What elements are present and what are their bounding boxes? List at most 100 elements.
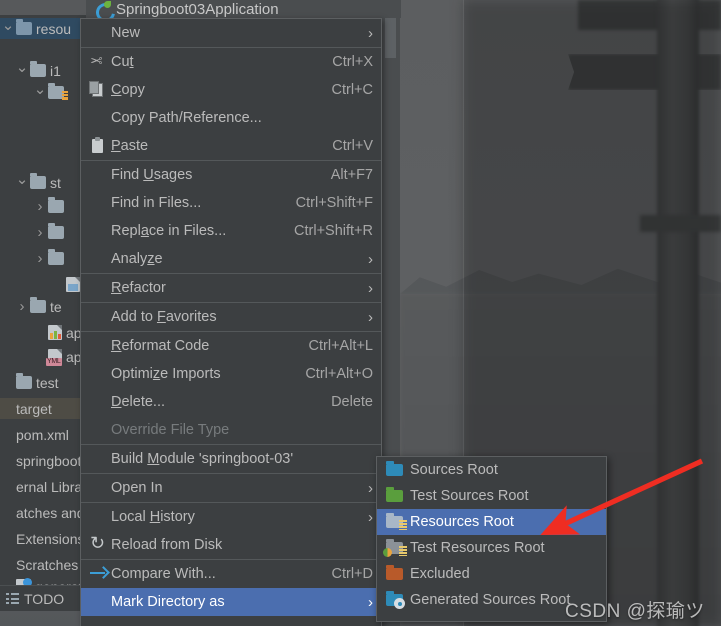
editor-tab-title[interactable]: Springboot03Application	[116, 1, 279, 18]
chevron-down-icon[interactable]	[32, 85, 48, 100]
chevron-down-icon[interactable]	[14, 175, 30, 190]
tree-row-label: Scratches	[16, 556, 79, 573]
properties-file-icon	[48, 325, 62, 340]
menu-item-shortcut: Ctrl+X	[332, 54, 373, 70]
menu-item-label: Override File Type	[111, 422, 230, 438]
tree-row[interactable]: te	[0, 296, 86, 317]
menu-item-cut[interactable]: Cut Ctrl+X	[81, 48, 381, 76]
menu-item-refactor[interactable]: Refactor ›	[81, 274, 381, 302]
menu-item-icon-slot	[87, 593, 109, 611]
todo-tool-button[interactable]: TODO	[0, 585, 86, 611]
yml-file-icon	[46, 349, 62, 366]
tree-row-label: ernal Librar	[16, 478, 86, 495]
menu-item-label: Reload from Disk	[111, 537, 223, 553]
menu-item-label: Open In	[111, 480, 163, 496]
menu-item-label: Replace in Files...	[111, 223, 227, 239]
menu-item-label: Refactor	[111, 280, 166, 296]
tree-row[interactable]	[0, 196, 86, 217]
chevron-right-icon[interactable]	[32, 251, 48, 266]
folder-icon	[16, 373, 32, 389]
tree-row[interactable]	[0, 222, 86, 243]
tree-row[interactable]: atches and	[0, 502, 86, 523]
folder-icon	[30, 173, 46, 189]
menu-item-compare-with[interactable]: Compare With... Ctrl+D	[81, 560, 381, 588]
screenshot-root: Springboot03Application resou i1 st te ap ap t…	[0, 0, 721, 626]
folder-icon	[30, 297, 46, 313]
project-tool-window: resou i1 st te ap ap test target pom.xml springbo…	[0, 15, 86, 611]
tree-row[interactable]: pom.xml	[0, 424, 86, 445]
menu-item-paste[interactable]: Paste Ctrl+V	[81, 132, 381, 160]
tree-row[interactable]: test	[0, 372, 86, 393]
menu-item-label: Optimize Imports	[111, 366, 221, 382]
menu-item-label: Mark Directory as	[111, 594, 225, 610]
editor-scrollbar-thumb[interactable]	[385, 18, 396, 58]
menu-item-icon-slot	[87, 250, 109, 268]
menu-item-icon-slot	[87, 365, 109, 383]
menu-item-new[interactable]: New ›	[81, 19, 381, 47]
menu-item-local-history[interactable]: Local History ›	[81, 503, 381, 531]
menu-item-add-to-favorites[interactable]: Add to Favorites ›	[81, 303, 381, 331]
menu-item-label: Paste	[111, 138, 149, 154]
chevron-right-icon: ›	[368, 593, 373, 611]
generated-sources-root-folder-icon	[383, 591, 407, 609]
menu-item-shortcut: Alt+F7	[330, 167, 373, 183]
menu-item-optimize-imports[interactable]: Optimize Imports Ctrl+Alt+O	[81, 360, 381, 388]
tree-row[interactable]: Extensions	[0, 528, 86, 549]
menu-item-icon-slot	[87, 421, 109, 439]
tree-row-label: te	[50, 298, 62, 315]
menu-item-find-in-files[interactable]: Find in Files... Ctrl+Shift+F	[81, 189, 381, 217]
submenu-item-resources-root[interactable]: Resources Root	[377, 509, 606, 535]
context-menu[interactable]: New › Cut Ctrl+X Copy Ctrl+C Copy Path/Referen…	[80, 18, 382, 626]
tree-row[interactable]	[0, 248, 86, 269]
tree-row[interactable]: i1	[0, 60, 86, 81]
tree-row-label: pom.xml	[16, 426, 69, 443]
chevron-right-icon[interactable]	[32, 225, 48, 240]
submenu-item-test-sources-root[interactable]: Test Sources Root	[377, 483, 606, 509]
tree-row[interactable]: ap	[0, 346, 86, 367]
chevron-right-icon[interactable]	[32, 199, 48, 214]
submenu-item-sources-root[interactable]: Sources Root	[377, 457, 606, 483]
chevron-down-icon[interactable]	[14, 63, 30, 78]
resources-root-folder-icon	[383, 513, 407, 531]
menu-item-mark-directory-as[interactable]: Mark Directory as ›	[81, 588, 381, 616]
menu-item-override-file-type: Override File Type	[81, 416, 381, 444]
tree-row[interactable]: target	[0, 398, 86, 419]
chevron-right-icon: ›	[368, 24, 373, 42]
submenu-item-label: Sources Root	[410, 462, 498, 478]
menu-item-icon-slot	[87, 508, 109, 526]
submenu-item-label: Excluded	[410, 566, 470, 582]
menu-item-open-in[interactable]: Open In ›	[81, 474, 381, 502]
tree-row[interactable]	[0, 82, 86, 103]
tree-row[interactable]	[0, 274, 86, 295]
menu-item-replace-in-files[interactable]: Replace in Files... Ctrl+Shift+R	[81, 217, 381, 245]
tree-row[interactable]: springboot	[0, 450, 86, 471]
folder-icon	[30, 61, 46, 77]
chevron-down-icon[interactable]	[0, 21, 16, 36]
tree-row[interactable]: ernal Librar	[0, 476, 86, 497]
tree-row[interactable]: Scratches	[0, 554, 86, 575]
menu-item-label: Add to Favorites	[111, 309, 217, 325]
submenu-item-test-resources-root[interactable]: Test Resources Root	[377, 535, 606, 561]
menu-item-icon-slot	[87, 393, 109, 411]
tree-row-label: i1	[50, 62, 61, 79]
menu-item-reformat-code[interactable]: Reformat Code Ctrl+Alt+L	[81, 332, 381, 360]
menu-item-shortcut: Ctrl+Alt+O	[305, 366, 373, 382]
menu-item-analyze[interactable]: Analyze ›	[81, 245, 381, 273]
menu-item-icon-slot	[87, 166, 109, 184]
menu-item-copy-path-reference[interactable]: Copy Path/Reference...	[81, 104, 381, 132]
menu-item-delete[interactable]: Delete... Delete	[81, 388, 381, 416]
folder-blue-icon	[16, 19, 32, 35]
menu-item-label: Delete...	[111, 394, 166, 410]
menu-item-reload-from-disk[interactable]: Reload from Disk	[81, 531, 381, 559]
menu-item-icon-slot	[87, 222, 109, 240]
submenu-item-label: Test Sources Root	[410, 488, 529, 504]
submenu-item-label: Generated Sources Root	[410, 592, 571, 608]
tree-row[interactable]: resou	[0, 18, 86, 39]
tree-row[interactable]: st	[0, 172, 86, 193]
chevron-right-icon[interactable]	[14, 299, 30, 314]
submenu-item-excluded[interactable]: Excluded	[377, 561, 606, 587]
tree-row[interactable]: ap	[0, 322, 86, 343]
menu-item-build-module-springboot-03[interactable]: Build Module 'springboot-03'	[81, 445, 381, 473]
menu-item-copy[interactable]: Copy Ctrl+C	[81, 76, 381, 104]
menu-item-find-usages[interactable]: Find Usages Alt+F7	[81, 161, 381, 189]
